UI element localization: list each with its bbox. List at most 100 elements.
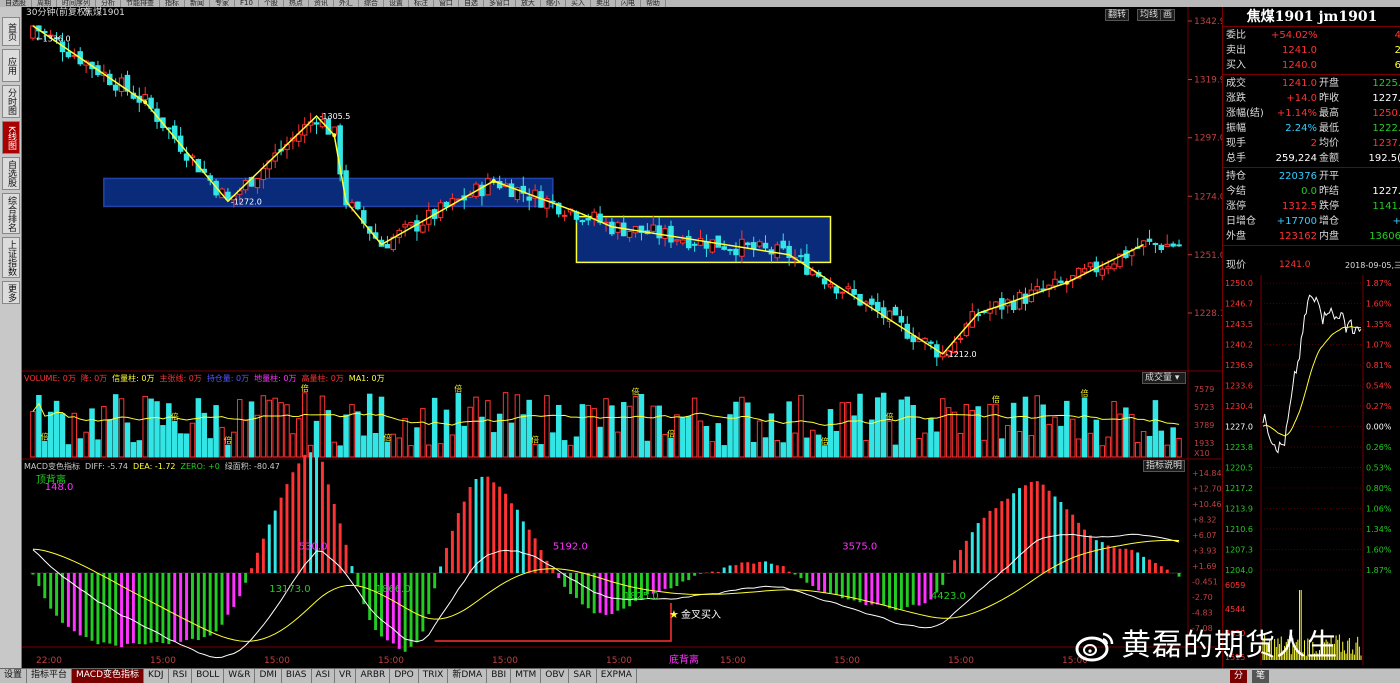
candle-body — [827, 283, 834, 288]
quote-value: +1.14% — [1276, 108, 1317, 119]
toolbar-item[interactable]: 分析 — [96, 0, 121, 7]
indicator-help-button[interactable]: 指标说明 — [1143, 460, 1186, 472]
indicator-tab[interactable]: VR — [335, 669, 357, 683]
toolbar-item[interactable]: 外汇 — [334, 0, 359, 7]
toolbar-item[interactable]: 节能排查 — [121, 0, 160, 7]
indicator-tab[interactable]: SAR — [569, 669, 597, 683]
indicator-tab[interactable]: DMI — [255, 669, 282, 683]
volume-bar — [993, 403, 999, 458]
indicator-tab[interactable]: BOLL — [192, 669, 225, 683]
indicator-tab[interactable]: W&R — [224, 669, 256, 683]
quote-key: 成交 — [1226, 78, 1246, 89]
toolbar-item[interactable]: 闪电 — [616, 0, 641, 7]
volume-bar — [780, 442, 786, 458]
toolbar-item[interactable]: 自选 — [459, 0, 484, 7]
toolbar-item[interactable]: 放大 — [516, 0, 541, 7]
candle-body — [1058, 280, 1064, 284]
left-tab-1[interactable]: 应用 — [2, 49, 20, 82]
toolbar-item[interactable]: 周期 — [32, 0, 57, 7]
left-tab-2[interactable]: 分时图 — [2, 85, 20, 118]
volume-bar — [390, 433, 397, 458]
indicator-tab[interactable]: 新DMA — [448, 669, 488, 683]
volume-bar — [473, 396, 479, 458]
mini-pct-label: 0.26% — [1366, 443, 1392, 452]
toolbar-item[interactable]: 专家 — [210, 0, 235, 7]
candle-body — [774, 244, 781, 259]
mini-price-label: 1246.7 — [1225, 300, 1253, 309]
volume-bar — [644, 440, 651, 458]
quote-separator — [1223, 245, 1400, 246]
indicator-tab[interactable]: EXPMA — [597, 669, 637, 683]
price-tick-label: 1342.9 — [1194, 17, 1222, 27]
toolbar-item[interactable]: 综合 — [359, 0, 384, 7]
indicator-tab[interactable]: OBV — [541, 669, 570, 683]
chart-button-0[interactable]: 翻转 — [1105, 9, 1130, 21]
indicator-tab[interactable]: MTM — [511, 669, 542, 683]
indicator-tab[interactable]: ARBR — [356, 669, 391, 683]
volume-axis-label: 1933 — [1194, 439, 1214, 448]
volume-bar — [372, 432, 379, 458]
chart-button-2[interactable]: 画 — [1160, 9, 1176, 21]
toolbar-item[interactable]: 资讯 — [309, 0, 334, 7]
volume-marker: 倍 — [454, 383, 462, 393]
toolbar-item[interactable]: 自选股 — [0, 0, 32, 7]
quote-value-2: 1141. — [1372, 201, 1400, 212]
mini-price-label: 1213.9 — [1225, 505, 1253, 514]
toolbar-item[interactable]: 指标 — [160, 0, 185, 7]
toolbar-item[interactable]: 卖出 — [591, 0, 616, 7]
toolbar-item[interactable]: 设置 — [384, 0, 409, 7]
toolbar-item[interactable]: 新闻 — [185, 0, 210, 7]
volume-bar — [715, 423, 721, 458]
indicator-tab[interactable]: BIAS — [282, 669, 312, 683]
volume-bar — [792, 432, 798, 458]
volume-bar — [798, 394, 804, 458]
macd-legend-item: 绿面积: -80.47 — [224, 462, 280, 471]
candle-body — [762, 242, 769, 249]
mini-pct-label: 0.53% — [1366, 464, 1392, 473]
indicator-tab[interactable]: DPO — [390, 669, 419, 683]
indicator-tab[interactable]: MACD变色指标 — [72, 669, 145, 683]
quote-value-2: 1227. — [1372, 93, 1400, 104]
bottom-right-tab[interactable]: 笔 — [1252, 670, 1270, 683]
indicator-tab[interactable]: ASI — [312, 669, 336, 683]
left-tab-3[interactable]: K线图 — [2, 121, 20, 154]
candle-body — [1099, 268, 1105, 276]
volume-dropdown[interactable]: 成交量 ▾ — [1142, 372, 1186, 384]
left-tab-5[interactable]: 综合排名 — [2, 193, 20, 234]
indicator-tab[interactable]: BBI — [487, 669, 512, 683]
toolbar-item[interactable]: 热点 — [284, 0, 309, 7]
toolbar-item[interactable]: 多窗口 — [484, 0, 516, 7]
toolbar-item[interactable]: F10 — [235, 0, 259, 7]
indicator-tab[interactable]: RSI — [169, 669, 193, 683]
bottom-right-tab[interactable]: 分 — [1230, 670, 1248, 683]
indicator-tab[interactable]: 设置 — [0, 669, 28, 683]
toolbar-item[interactable]: 标注 — [409, 0, 434, 7]
macd-area-label: 1825.0 — [624, 591, 659, 602]
toolbar-item[interactable]: 帮助 — [641, 0, 666, 7]
left-tab-4[interactable]: 自选股 — [2, 157, 20, 190]
candle-body — [851, 289, 857, 295]
left-tab-7[interactable]: 更多 — [2, 281, 20, 304]
quote-value: +14.0 — [1286, 93, 1317, 104]
indicator-tab[interactable]: TRIX — [419, 669, 449, 683]
toolbar-item[interactable]: 缩小 — [541, 0, 566, 7]
indicator-tab[interactable]: KDJ — [144, 669, 169, 683]
quote-value-2: 1222. — [1372, 123, 1400, 134]
toolbar-item[interactable]: 时间序列 — [57, 0, 96, 7]
intraday-mini-chart[interactable]: 1250.0 1.87% 1246.7 1.60% 1243.5 1.35% 1240.2 1… — [1223, 275, 1400, 665]
left-tab-6[interactable]: 上证指数 — [2, 237, 20, 278]
chart-button-1[interactable]: 均线 — [1137, 9, 1162, 21]
volume-bar — [142, 395, 148, 458]
indicator-tab[interactable]: 指标平台 — [27, 669, 73, 683]
candle-body — [1016, 292, 1023, 310]
candle-body — [898, 316, 905, 323]
toolbar-item[interactable]: 买入 — [566, 0, 591, 7]
quote-row: 卖出 1241.0 2 — [1223, 43, 1400, 58]
macd-header: MACD变色指标 DIFF: -5.74 DEA: -1.72 ZERO: +0 绿面积… — [24, 461, 280, 472]
volume-bar — [538, 444, 544, 458]
left-tab-0[interactable]: 首页 — [2, 17, 20, 46]
volume-bar — [491, 432, 497, 458]
toolbar-item[interactable]: 窗口 — [434, 0, 459, 7]
main-chart[interactable]: 1342.9 1319.9 1297.0 1274.0 1251.0 1228.1 ←133… — [22, 7, 1222, 668]
toolbar-item[interactable]: 个股 — [259, 0, 284, 7]
